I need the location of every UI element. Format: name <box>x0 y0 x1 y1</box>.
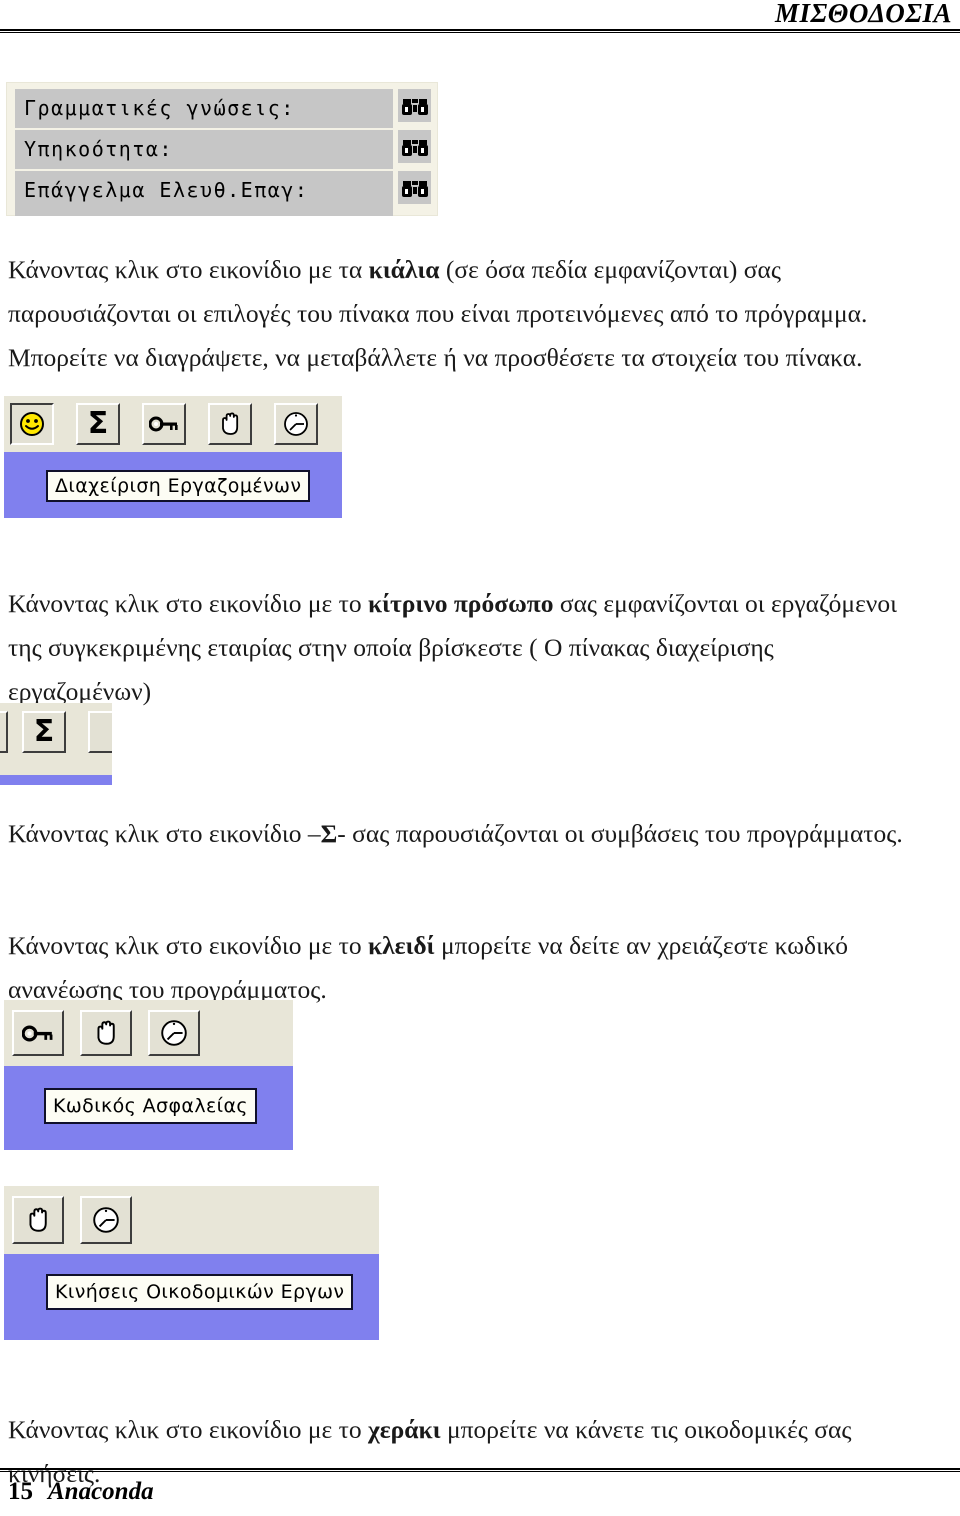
paragraph-text-bold: Σ <box>320 818 338 848</box>
field-label: Επάγγελμα Ελευθ.Επαγ: <box>24 178 309 202</box>
paragraph-key: Κάνοντας κλικ στο εικονίδιο με το κλειδί… <box>8 924 948 1012</box>
employees-toolbar-screenshot: Σ Διαχείριση Εργαζομένων <box>4 396 342 518</box>
paragraph-text-prefix: Κάνοντας κλικ στο εικονίδιο με το <box>8 930 368 960</box>
clock-icon-button[interactable] <box>80 1196 132 1244</box>
page-header: ΜΙΣΘΟΔΟΣΙΑ <box>0 0 960 34</box>
page-number: 15 <box>8 1478 33 1505</box>
tooltip-backdrop <box>0 775 112 785</box>
binoculars-icon[interactable] <box>398 130 431 163</box>
partial-button-left[interactable] <box>0 711 8 753</box>
smiley-face-icon-button[interactable] <box>10 403 54 445</box>
tooltip-security: Κωδικός Ασφαλείας <box>44 1088 257 1124</box>
toolbar <box>4 1000 293 1066</box>
toolbar <box>4 1186 379 1254</box>
paragraph-binoculars: Κάνοντας κλικ στο εικονίδιο με τα κιάλια… <box>8 248 938 380</box>
tooltip-works: Κινήσεις Οικοδομικών Εργων <box>46 1274 354 1310</box>
form-field-partial-row <box>15 209 393 216</box>
sigma-toolbar-screenshot: Σ <box>0 703 112 785</box>
key-icon-button[interactable] <box>12 1010 64 1056</box>
sigma-icon: Σ <box>33 714 55 749</box>
key-icon-button[interactable] <box>142 403 186 445</box>
paragraph-sigma: Κάνοντας κλικ στο εικονίδιο –Σ- σας παρο… <box>8 812 908 856</box>
field-label: Υπηκοότητα: <box>24 137 173 161</box>
paragraph-text-prefix: Κάνοντας κλικ στο εικονίδιο με τα <box>8 254 369 284</box>
paragraph-text-prefix: Κάνοντας κλικ στο εικονίδιο με το <box>8 588 368 618</box>
toolbar: Σ <box>4 396 342 452</box>
paragraph-text-suffix: - σας παρουσιάζονται οι συμβάσεις του πρ… <box>337 818 903 848</box>
hand-icon-button[interactable] <box>80 1010 132 1056</box>
tooltip-employees: Διαχείριση Εργαζομένων <box>46 470 311 502</box>
works-toolbar-screenshot: Κινήσεις Οικοδομικών Εργων <box>4 1186 379 1340</box>
partial-button-right[interactable] <box>88 711 112 753</box>
paragraph-text-prefix: Κάνοντας κλικ στο εικονίδιο με το <box>8 1414 368 1444</box>
toolbar: Σ <box>0 703 112 775</box>
brand-name: Anaconda <box>48 1478 154 1505</box>
paragraph-text-bold: χεράκι <box>367 1414 441 1444</box>
form-field-row[interactable]: Γραμματικές γνώσεις: <box>15 89 393 128</box>
paragraph-text-bold: κιάλια <box>368 254 440 284</box>
field-label: Γραμματικές γνώσεις: <box>24 96 295 120</box>
clock-icon-button[interactable] <box>274 403 318 445</box>
page-title: ΜΙΣΘΟΔΟΣΙΑ <box>775 0 952 28</box>
paragraph-yellow-face: Κάνοντας κλικ στο εικονίδιο με το κίτριν… <box>8 582 908 714</box>
hand-icon-button[interactable] <box>208 403 252 445</box>
header-divider <box>0 29 960 33</box>
page-footer: 15 Anaconda <box>0 1468 960 1516</box>
sigma-icon: Σ <box>87 406 109 441</box>
paragraph-text-bold: κλειδί <box>367 930 435 960</box>
clock-icon-button[interactable] <box>148 1010 200 1056</box>
paragraph-text-prefix: Κάνοντας κλικ στο εικονίδιο – <box>8 818 321 848</box>
binoculars-icon[interactable] <box>398 171 431 204</box>
hand-icon-button[interactable] <box>12 1196 64 1244</box>
footer-divider <box>0 1468 960 1472</box>
form-field-row[interactable]: Επάγγελμα Ελευθ.Επαγ: <box>15 171 393 210</box>
binoculars-icon[interactable] <box>398 89 431 122</box>
employee-fields-screenshot: Γραμματικές γνώσεις: Υπηκοότητα: Επάγγελ… <box>6 82 438 216</box>
sigma-icon-button[interactable]: Σ <box>22 711 66 753</box>
form-field-row[interactable]: Υπηκοότητα: <box>15 130 393 169</box>
sigma-icon-button[interactable]: Σ <box>76 403 120 445</box>
security-toolbar-screenshot: Κωδικός Ασφαλείας <box>4 1000 293 1150</box>
paragraph-text-bold: κίτρινο πρόσωπο <box>367 588 554 618</box>
